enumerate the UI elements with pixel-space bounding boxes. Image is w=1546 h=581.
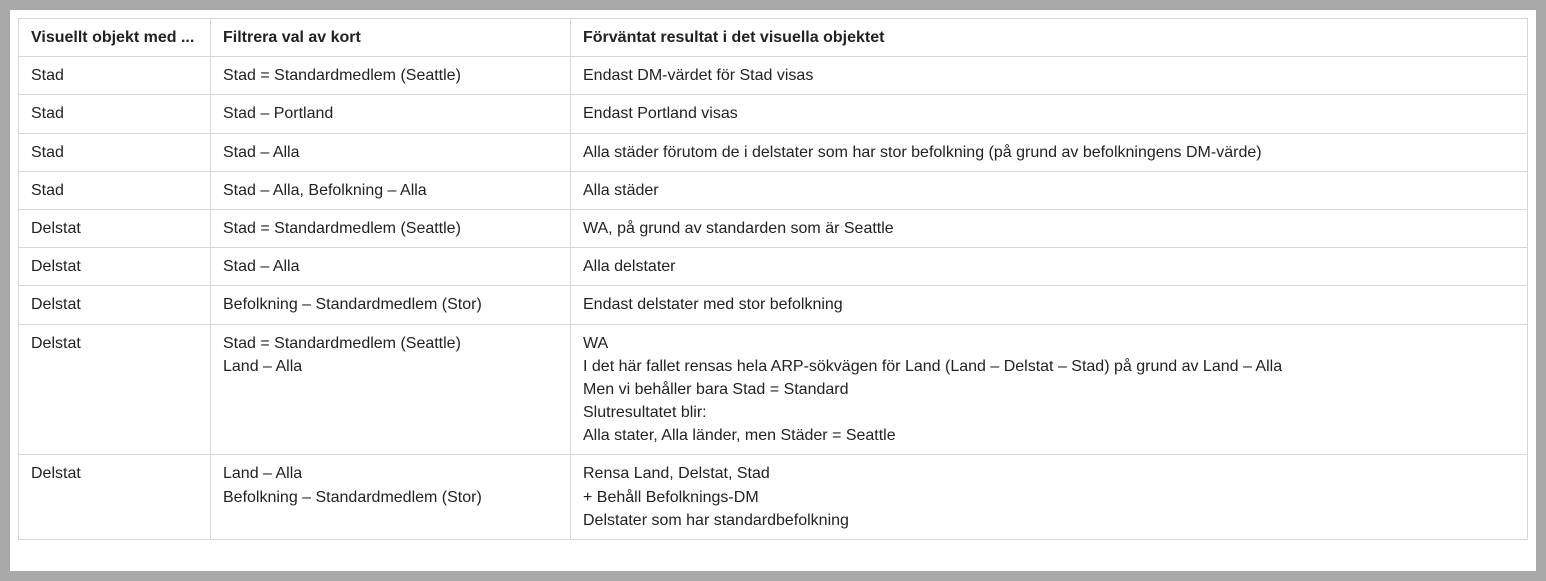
cell-result-line: Rensa Land, Delstat, Stad — [583, 462, 1515, 485]
cell-visual: Delstat — [19, 209, 211, 247]
cell-filter: Befolkning – Standardmedlem (Stor) — [211, 286, 571, 324]
cell-filter-line: Stad – Portland — [223, 102, 558, 125]
cell-visual: Stad — [19, 95, 211, 133]
cell-filter-line: Stad – Alla — [223, 141, 558, 164]
cell-filter: Stad = Standardmedlem (Seattle) — [211, 209, 571, 247]
cell-filter-line: Befolkning – Standardmedlem (Stor) — [223, 486, 558, 509]
cell-result-line: Men vi behåller bara Stad = Standard — [583, 378, 1515, 401]
table-row: DelstatLand – AllaBefolkning – Standardm… — [19, 455, 1528, 540]
table-row: Stad Stad – Alla Alla städer förutom de i … — [19, 133, 1528, 171]
cell-visual: Delstat — [19, 324, 211, 455]
cell-result: Alla delstater — [571, 248, 1528, 286]
cell-visual: Delstat — [19, 248, 211, 286]
cell-result-line: WA, på grund av standarden som är Seattl… — [583, 217, 1515, 240]
window-frame: Visuellt objekt med ... Filtrera val av … — [0, 0, 1546, 581]
table-row: DelstatStad = Standardmedlem (Seattle)La… — [19, 324, 1528, 455]
cell-visual: Stad — [19, 57, 211, 95]
cell-filter: Land – AllaBefolkning – Standardmedlem (… — [211, 455, 571, 540]
cell-result: WAI det här fallet rensas hela ARP-sökvä… — [571, 324, 1528, 455]
cell-filter-line: Stad = Standardmedlem (Seattle) — [223, 332, 558, 355]
table-row: Stad Stad – Alla, Befolkning – Alla Alla s… — [19, 171, 1528, 209]
data-table: Visuellt objekt med ... Filtrera val av … — [18, 18, 1528, 540]
cell-result-line: Endast Portland visas — [583, 102, 1515, 125]
cell-result-line: Alla stater, Alla länder, men Städer = S… — [583, 424, 1515, 447]
cell-filter: Stad – Alla, Befolkning – Alla — [211, 171, 571, 209]
cell-result-line: Endast delstater med stor befolkning — [583, 293, 1515, 316]
cell-result-line: Endast DM-värdet för Stad visas — [583, 64, 1515, 87]
cell-result: Alla städer förutom de i delstater som h… — [571, 133, 1528, 171]
cell-filter-line: Stad = Standardmedlem (Seattle) — [223, 64, 558, 87]
cell-result-line: Slutresultatet blir: — [583, 401, 1515, 424]
page-content: Visuellt objekt med ... Filtrera val av … — [10, 10, 1536, 571]
cell-filter: Stad – Portland — [211, 95, 571, 133]
cell-result-line: Alla städer förutom de i delstater som h… — [583, 141, 1515, 164]
cell-result-line: I det här fallet rensas hela ARP-sökväge… — [583, 355, 1515, 378]
cell-visual: Stad — [19, 171, 211, 209]
cell-filter-line: Land – Alla — [223, 355, 558, 378]
cell-result: Endast Portland visas — [571, 95, 1528, 133]
cell-result-line: Alla städer — [583, 179, 1515, 202]
cell-result-line: + Behåll Befolknings-DM — [583, 486, 1515, 509]
cell-result: Rensa Land, Delstat, Stad+ Behåll Befolk… — [571, 455, 1528, 540]
cell-visual: Stad — [19, 133, 211, 171]
cell-result: WA, på grund av standarden som är Seattl… — [571, 209, 1528, 247]
table-header-row: Visuellt objekt med ... Filtrera val av … — [19, 19, 1528, 57]
col-header-filter: Filtrera val av kort — [211, 19, 571, 57]
table-row: Delstat Befolkning – Standardmedlem (Stor… — [19, 286, 1528, 324]
cell-filter: Stad = Standardmedlem (Seattle) — [211, 57, 571, 95]
col-header-visual: Visuellt objekt med ... — [19, 19, 211, 57]
cell-filter: Stad – Alla — [211, 248, 571, 286]
cell-result: Endast DM-värdet för Stad visas — [571, 57, 1528, 95]
cell-visual: Delstat — [19, 286, 211, 324]
table-row: Stad Stad = Standardmedlem (Seattle) Endas… — [19, 57, 1528, 95]
cell-result-line: Alla delstater — [583, 255, 1515, 278]
cell-result: Endast delstater med stor befolkning — [571, 286, 1528, 324]
cell-filter-line: Stad – Alla — [223, 255, 558, 278]
table-row: Stad Stad – Portland Endast Portland visas — [19, 95, 1528, 133]
cell-result-line: WA — [583, 332, 1515, 355]
table-row: Delstat Stad = Standardmedlem (Seattle) WA… — [19, 209, 1528, 247]
cell-filter-line: Befolkning – Standardmedlem (Stor) — [223, 293, 558, 316]
cell-filter: Stad = Standardmedlem (Seattle)Land – Al… — [211, 324, 571, 455]
col-header-result: Förväntat resultat i det visuella objekt… — [571, 19, 1528, 57]
cell-filter-line: Stad – Alla, Befolkning – Alla — [223, 179, 558, 202]
cell-result: Alla städer — [571, 171, 1528, 209]
cell-filter-line: Stad = Standardmedlem (Seattle) — [223, 217, 558, 240]
cell-result-line: Delstater som har standardbefolkning — [583, 509, 1515, 532]
table-row: Delstat Stad – Alla Alla delstater — [19, 248, 1528, 286]
cell-filter: Stad – Alla — [211, 133, 571, 171]
cell-visual: Delstat — [19, 455, 211, 540]
cell-filter-line: Land – Alla — [223, 462, 558, 485]
